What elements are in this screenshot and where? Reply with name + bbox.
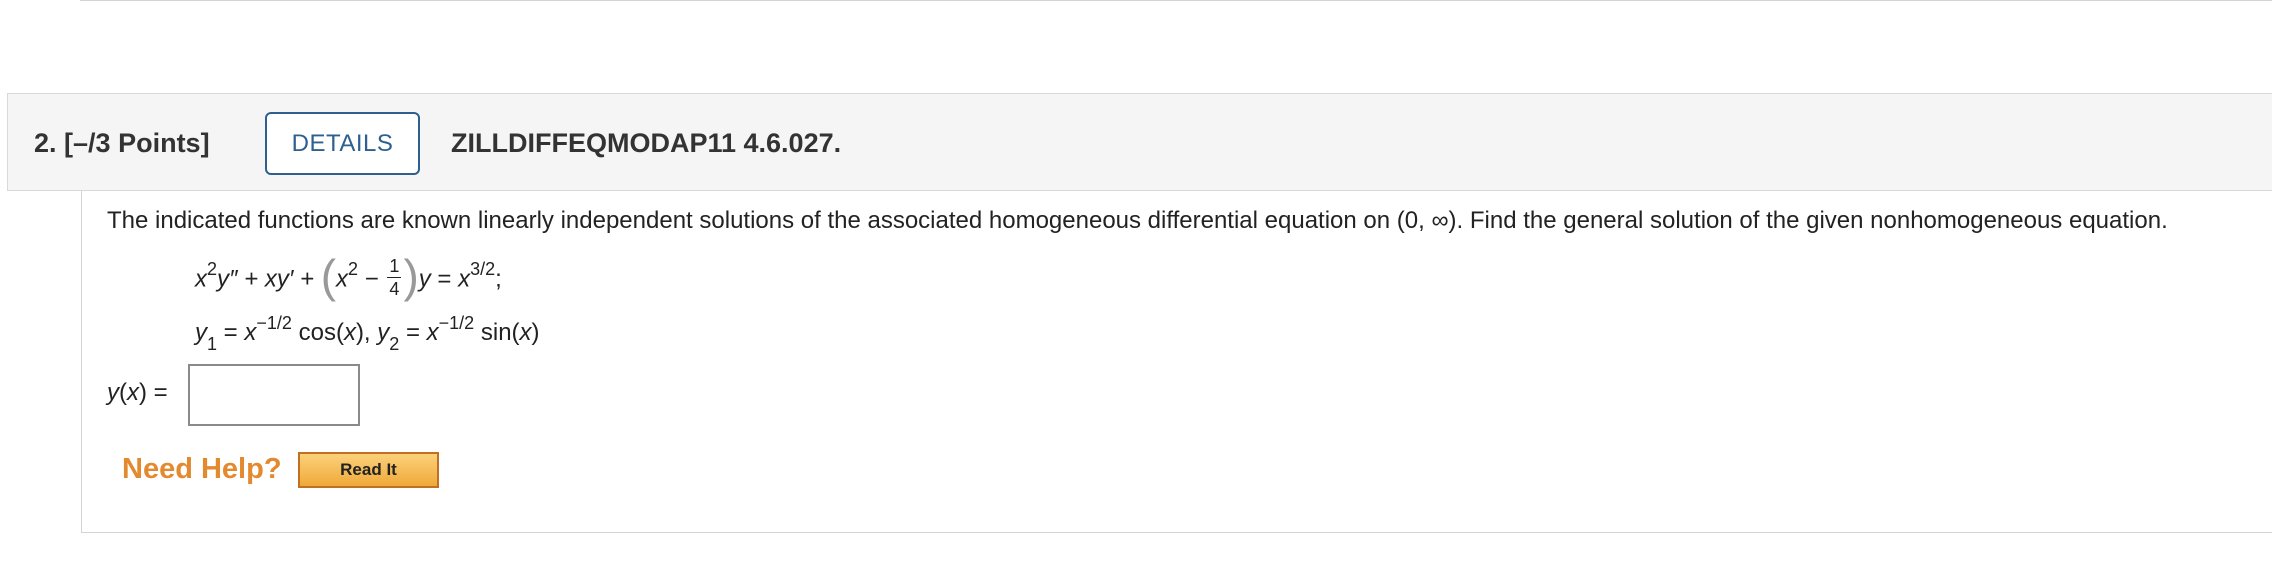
question-points: [–/3 Points] [64,128,210,158]
eq-equals: = [430,265,459,293]
eq-paren-open: ( [320,250,337,302]
sol-x2: x [426,319,439,346]
sol-sin: sin( [474,319,520,346]
question-number: 2. [34,128,57,158]
eq-y-terms: y″ + xy′ + [217,265,321,293]
question-code: ZILLDIFFEQMODAP11 4.6.027. [451,128,842,158]
eq-fraction: 14 [387,255,402,300]
eq-rhs-sup: 3/2 [470,259,496,280]
sol-eq2: = [399,319,427,346]
sol-cos-close: ), [355,319,378,346]
answer-label: y(x) = [107,379,168,407]
eq-frac-den: 4 [389,278,400,299]
question-header: 2. [–/3 Points] DETAILS ZILLDIFFEQMODAP1… [7,93,2272,191]
eq-frac-num: 1 [387,255,402,278]
eq-x2: x [336,265,349,293]
answer-input[interactable] [188,364,360,426]
sol-x1: x [244,319,257,346]
sol-cos-x: x [343,319,356,346]
known-solutions: y1 = x−1/2 cos(x), y2 = x−1/2 sin(x) [195,313,540,355]
sol-y1: y [195,319,207,346]
answer-label-y: y [107,379,119,406]
eq-x2-sup: 2 [348,259,359,280]
sol-sin-x: x [519,319,532,346]
eq-minus: − [358,265,386,293]
differential-equation: x2y″ + xy′ + (x2 − 1 4)y = x3/2; [195,250,502,313]
eq-x: x [195,265,207,293]
answer-label-paren: ( [119,379,127,406]
question-number-points: 2. [–/3 Points] [34,128,210,159]
eq-paren-close: ) [403,250,419,302]
top-divider [80,0,2272,1]
eq-rhs-x: x [458,265,471,293]
sol-sup1: −1/2 [256,313,292,333]
sol-sub2: 2 [389,333,400,354]
sol-sub1: 1 [207,333,218,354]
eq-sup-2: 2 [207,259,218,280]
question-body: The indicated functions are known linear… [81,191,2272,533]
sol-sin-close: ) [531,319,540,346]
sol-sup2: −1/2 [438,313,475,333]
question-prompt: The indicated functions are known linear… [107,207,2168,234]
details-button[interactable]: DETAILS [265,112,420,175]
sol-eq1: = [217,319,245,346]
answer-label-x: x [127,379,139,406]
read-it-button[interactable]: Read It [298,452,439,488]
sol-cos: cos( [291,319,344,346]
answer-label-rest: ) = [139,379,168,406]
eq-semicolon: ; [495,265,502,293]
sol-y2: y [377,319,390,346]
eq-y: y [418,265,431,293]
need-help-label: Need Help? [122,453,282,485]
